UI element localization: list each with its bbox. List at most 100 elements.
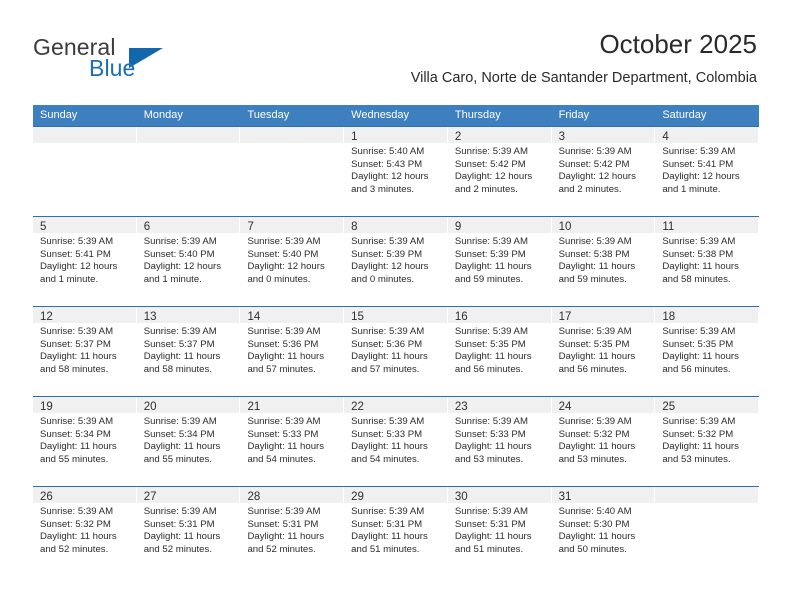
daylight-text-line1: Daylight: 12 hours <box>351 261 429 273</box>
day-cell[interactable]: 29 Sunrise: 5:39 AM Sunset: 5:31 PM Dayl… <box>344 487 448 576</box>
calendar-header-row: Sunday Monday Tuesday Wednesday Thursday… <box>33 105 759 126</box>
day-cell[interactable]: 9 Sunrise: 5:39 AM Sunset: 5:39 PM Dayli… <box>447 217 552 306</box>
sunrise-text: Sunrise: 5:39 AM <box>351 326 425 337</box>
daylight-text-line2: and 52 minutes. <box>40 543 109 555</box>
day-cell[interactable]: 13 Sunrise: 5:39 AM Sunset: 5:37 PM Dayl… <box>136 307 241 396</box>
day-cell[interactable]: 8 Sunrise: 5:39 AM Sunset: 5:39 PM Dayli… <box>344 217 448 306</box>
day-number-band: 1 <box>344 127 447 143</box>
sunrise-text: Sunrise: 5:39 AM <box>247 326 321 337</box>
day-cell[interactable]: 21 Sunrise: 5:39 AM Sunset: 5:33 PM Dayl… <box>240 397 345 486</box>
day-cell[interactable]: 11 Sunrise: 5:39 AM Sunset: 5:38 PM Dayl… <box>655 217 760 306</box>
day-cell[interactable]: 15 Sunrise: 5:39 AM Sunset: 5:36 PM Dayl… <box>344 307 448 396</box>
calendar-week-row: 26 Sunrise: 5:39 AM Sunset: 5:32 PM Dayl… <box>33 486 760 576</box>
sunrise-text: Sunrise: 5:39 AM <box>662 236 736 247</box>
day-details: Sunrise: 5:39 AM Sunset: 5:33 PM Dayligh… <box>344 413 447 466</box>
day-cell[interactable] <box>655 487 760 576</box>
day-cell[interactable]: 16 Sunrise: 5:39 AM Sunset: 5:35 PM Dayl… <box>447 307 552 396</box>
day-cell[interactable]: 30 Sunrise: 5:39 AM Sunset: 5:31 PM Dayl… <box>447 487 552 576</box>
sunrise-text: Sunrise: 5:39 AM <box>40 326 114 337</box>
day-number-band <box>655 487 759 503</box>
day-cell[interactable]: 27 Sunrise: 5:39 AM Sunset: 5:31 PM Dayl… <box>136 487 241 576</box>
day-cell[interactable]: 1 Sunrise: 5:40 AM Sunset: 5:43 PM Dayli… <box>344 127 448 216</box>
day-cell[interactable]: 5 Sunrise: 5:39 AM Sunset: 5:41 PM Dayli… <box>33 217 137 306</box>
day-number: 12 <box>40 311 53 323</box>
day-cell[interactable]: 26 Sunrise: 5:39 AM Sunset: 5:32 PM Dayl… <box>33 487 137 576</box>
daylight-text-line2: and 53 minutes. <box>454 453 524 465</box>
day-details: Sunrise: 5:39 AM Sunset: 5:38 PM Dayligh… <box>655 233 758 286</box>
daylight-text-line2: and 58 minutes. <box>143 363 212 375</box>
day-details: Sunrise: 5:39 AM Sunset: 5:36 PM Dayligh… <box>240 323 343 376</box>
day-cell[interactable]: 28 Sunrise: 5:39 AM Sunset: 5:31 PM Dayl… <box>240 487 345 576</box>
sunrise-text: Sunrise: 5:40 AM <box>558 506 632 517</box>
day-number: 16 <box>454 311 468 323</box>
page-subtitle: Villa Caro, Norte de Santander Departmen… <box>410 70 757 86</box>
sunrise-text: Sunrise: 5:39 AM <box>40 416 114 427</box>
day-cell[interactable]: 23 Sunrise: 5:39 AM Sunset: 5:33 PM Dayl… <box>447 397 552 486</box>
sunrise-text: Sunrise: 5:39 AM <box>662 416 736 427</box>
day-details: Sunrise: 5:39 AM Sunset: 5:41 PM Dayligh… <box>33 233 136 286</box>
day-cell[interactable]: 4 Sunrise: 5:39 AM Sunset: 5:41 PM Dayli… <box>655 127 760 216</box>
daylight-text-line1: Daylight: 12 hours <box>454 171 533 183</box>
sunrise-text: Sunrise: 5:39 AM <box>662 326 736 337</box>
sunset-text: Sunset: 5:40 PM <box>247 248 319 260</box>
day-details: Sunrise: 5:39 AM Sunset: 5:38 PM Dayligh… <box>552 233 655 286</box>
day-number: 27 <box>143 491 157 503</box>
daylight-text-line1: Daylight: 11 hours <box>351 531 428 543</box>
day-cell[interactable]: 6 Sunrise: 5:39 AM Sunset: 5:40 PM Dayli… <box>136 217 241 306</box>
daylight-text-line1: Daylight: 11 hours <box>247 441 325 453</box>
day-cell[interactable]: 18 Sunrise: 5:39 AM Sunset: 5:35 PM Dayl… <box>655 307 760 396</box>
general-blue-logo[interactable]: General Blue <box>33 34 233 90</box>
daylight-text-line2: and 57 minutes. <box>351 363 420 375</box>
daylight-text-line1: Daylight: 12 hours <box>662 171 740 183</box>
sunrise-text: Sunrise: 5:39 AM <box>143 326 217 337</box>
sunrise-text: Sunrise: 5:39 AM <box>143 506 217 517</box>
day-number-band: 7 <box>240 217 344 233</box>
sunset-text: Sunset: 5:42 PM <box>558 158 630 170</box>
day-cell[interactable] <box>33 127 137 216</box>
day-cell[interactable]: 22 Sunrise: 5:39 AM Sunset: 5:33 PM Dayl… <box>344 397 448 486</box>
day-cell[interactable]: 24 Sunrise: 5:39 AM Sunset: 5:32 PM Dayl… <box>551 397 656 486</box>
sunset-text: Sunset: 5:32 PM <box>558 428 630 440</box>
day-cell[interactable] <box>240 127 345 216</box>
day-cell[interactable]: 25 Sunrise: 5:39 AM Sunset: 5:32 PM Dayl… <box>655 397 760 486</box>
sunrise-text: Sunrise: 5:39 AM <box>454 326 528 337</box>
sunset-text: Sunset: 5:31 PM <box>143 518 215 530</box>
day-number-band: 27 <box>136 487 240 503</box>
day-details: Sunrise: 5:39 AM Sunset: 5:40 PM Dayligh… <box>137 233 240 286</box>
day-cell[interactable] <box>136 127 241 216</box>
daylight-text-line1: Daylight: 11 hours <box>662 351 739 363</box>
daylight-text-line1: Daylight: 11 hours <box>247 531 325 543</box>
day-number: 25 <box>662 401 676 413</box>
daylight-text-line1: Daylight: 11 hours <box>662 441 739 453</box>
day-cell[interactable]: 14 Sunrise: 5:39 AM Sunset: 5:36 PM Dayl… <box>240 307 345 396</box>
day-cell[interactable]: 17 Sunrise: 5:39 AM Sunset: 5:35 PM Dayl… <box>551 307 656 396</box>
day-number-band: 9 <box>447 217 551 233</box>
day-cell[interactable]: 31 Sunrise: 5:40 AM Sunset: 5:30 PM Dayl… <box>551 487 656 576</box>
sunrise-text: Sunrise: 5:39 AM <box>351 506 425 517</box>
sunset-text: Sunset: 5:33 PM <box>247 428 319 440</box>
daylight-text-line1: Daylight: 12 hours <box>143 261 222 273</box>
sunrise-text: Sunrise: 5:40 AM <box>351 146 425 157</box>
sunset-text: Sunset: 5:37 PM <box>40 338 111 350</box>
day-details: Sunrise: 5:39 AM Sunset: 5:34 PM Dayligh… <box>137 413 240 466</box>
daylight-text-line2: and 58 minutes. <box>662 273 731 285</box>
daylight-text-line1: Daylight: 11 hours <box>143 531 221 543</box>
day-cell[interactable]: 20 Sunrise: 5:39 AM Sunset: 5:34 PM Dayl… <box>136 397 241 486</box>
day-cell[interactable]: 12 Sunrise: 5:39 AM Sunset: 5:37 PM Dayl… <box>33 307 137 396</box>
day-number: 5 <box>40 221 47 233</box>
day-details: Sunrise: 5:39 AM Sunset: 5:35 PM Dayligh… <box>448 323 551 376</box>
calendar-week-row: 12 Sunrise: 5:39 AM Sunset: 5:37 PM Dayl… <box>33 306 760 396</box>
day-cell[interactable]: 10 Sunrise: 5:39 AM Sunset: 5:38 PM Dayl… <box>551 217 656 306</box>
daylight-text-line1: Daylight: 12 hours <box>247 261 325 273</box>
day-number-band: 11 <box>655 217 759 233</box>
sunset-text: Sunset: 5:39 PM <box>351 248 423 260</box>
sunset-text: Sunset: 5:41 PM <box>40 248 111 260</box>
daylight-text-line1: Daylight: 11 hours <box>40 531 117 543</box>
day-cell[interactable]: 3 Sunrise: 5:39 AM Sunset: 5:42 PM Dayli… <box>551 127 656 216</box>
sunrise-text: Sunrise: 5:39 AM <box>143 416 217 427</box>
day-cell[interactable]: 7 Sunrise: 5:39 AM Sunset: 5:40 PM Dayli… <box>240 217 345 306</box>
day-number: 13 <box>143 311 157 323</box>
day-cell[interactable]: 2 Sunrise: 5:39 AM Sunset: 5:42 PM Dayli… <box>447 127 552 216</box>
day-cell[interactable]: 19 Sunrise: 5:39 AM Sunset: 5:34 PM Dayl… <box>33 397 137 486</box>
day-number: 18 <box>662 311 676 323</box>
